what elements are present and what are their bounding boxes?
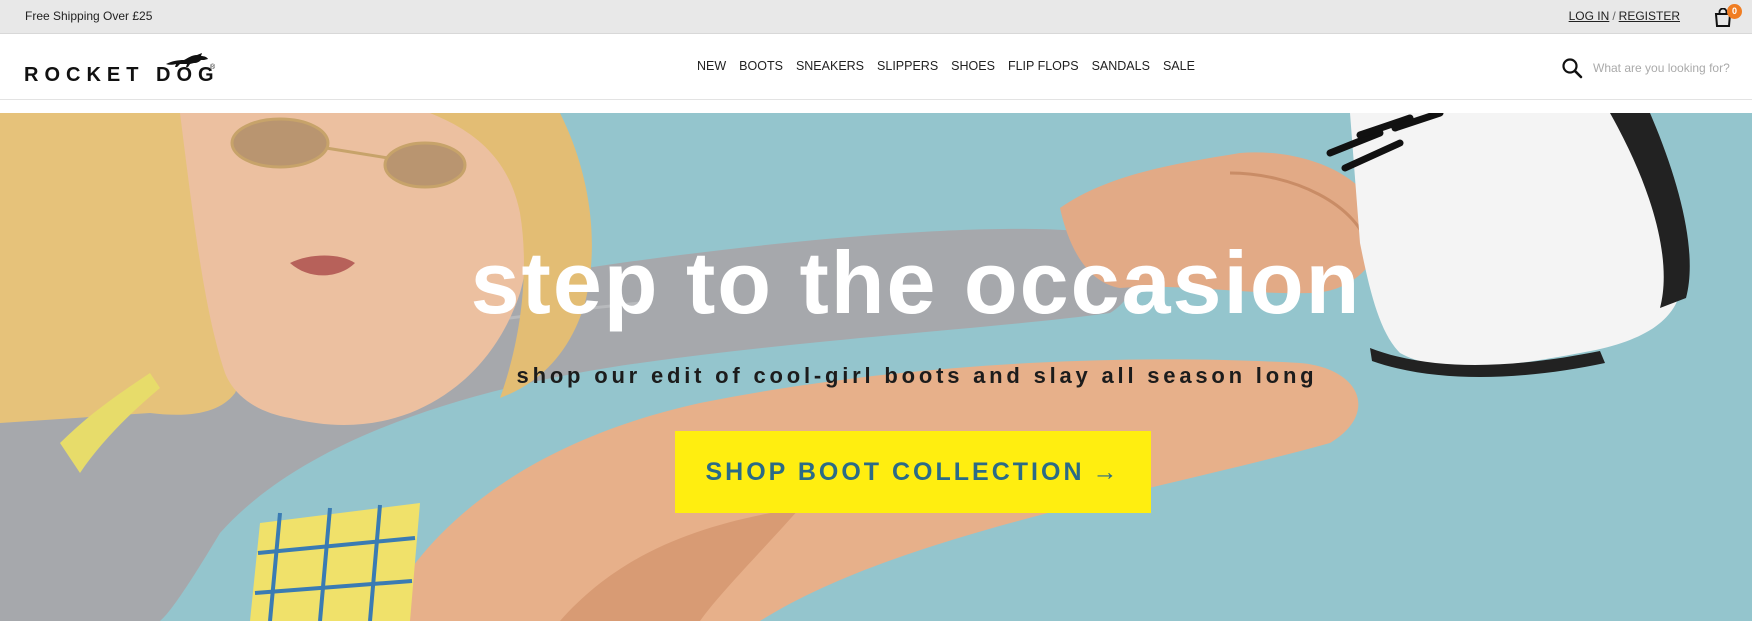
nav-item-sandals[interactable]: SANDALS bbox=[1092, 59, 1150, 73]
register-link[interactable]: REGISTER bbox=[1619, 9, 1680, 23]
nav-item-sale[interactable]: SALE bbox=[1163, 59, 1195, 73]
top-utility-bar: Free Shipping Over £25 LOG IN / REGISTER 0 bbox=[0, 0, 1752, 34]
nav-item-boots[interactable]: BOOTS bbox=[739, 59, 783, 73]
nav-item-slippers[interactable]: SLIPPERS bbox=[877, 59, 938, 73]
cart-button[interactable]: 0 bbox=[1710, 4, 1742, 30]
account-links: LOG IN / REGISTER bbox=[1569, 9, 1680, 23]
registered-mark: ® bbox=[210, 64, 216, 71]
account-separator: / bbox=[1612, 9, 1616, 23]
main-header: ROCKET DOG ® NEW BOOTS SNEAKERS SLIPPERS… bbox=[0, 35, 1752, 100]
rocket-dog-logo[interactable]: ROCKET DOG ® bbox=[24, 52, 224, 86]
shop-boot-collection-button[interactable]: SHOP BOOT COLLECTION → bbox=[675, 431, 1151, 513]
search-input[interactable] bbox=[1593, 58, 1738, 78]
cart-count-badge: 0 bbox=[1727, 4, 1742, 19]
dog-mark-icon bbox=[166, 53, 208, 67]
cta-label: SHOP BOOT COLLECTION bbox=[705, 458, 1085, 486]
hero-title: step to the occasion bbox=[470, 233, 1362, 332]
nav-item-sneakers[interactable]: SNEAKERS bbox=[796, 59, 864, 73]
login-link[interactable]: LOG IN bbox=[1569, 9, 1610, 23]
hero-banner: step to the occasion shop our edit of co… bbox=[0, 113, 1752, 621]
search-bar bbox=[1561, 56, 1741, 80]
arrow-right-icon: → bbox=[1092, 458, 1121, 486]
nav-item-flip-flops[interactable]: FLIP FLOPS bbox=[1008, 59, 1079, 73]
free-shipping-promo: Free Shipping Over £25 bbox=[25, 9, 153, 23]
hero-subtitle: shop our edit of cool-girl boots and sla… bbox=[516, 363, 1318, 388]
search-icon[interactable] bbox=[1561, 57, 1583, 79]
nav-item-new[interactable]: NEW bbox=[697, 59, 726, 73]
nav-item-shoes[interactable]: SHOES bbox=[951, 59, 995, 73]
main-navigation: NEW BOOTS SNEAKERS SLIPPERS SHOES FLIP F… bbox=[697, 59, 1195, 73]
